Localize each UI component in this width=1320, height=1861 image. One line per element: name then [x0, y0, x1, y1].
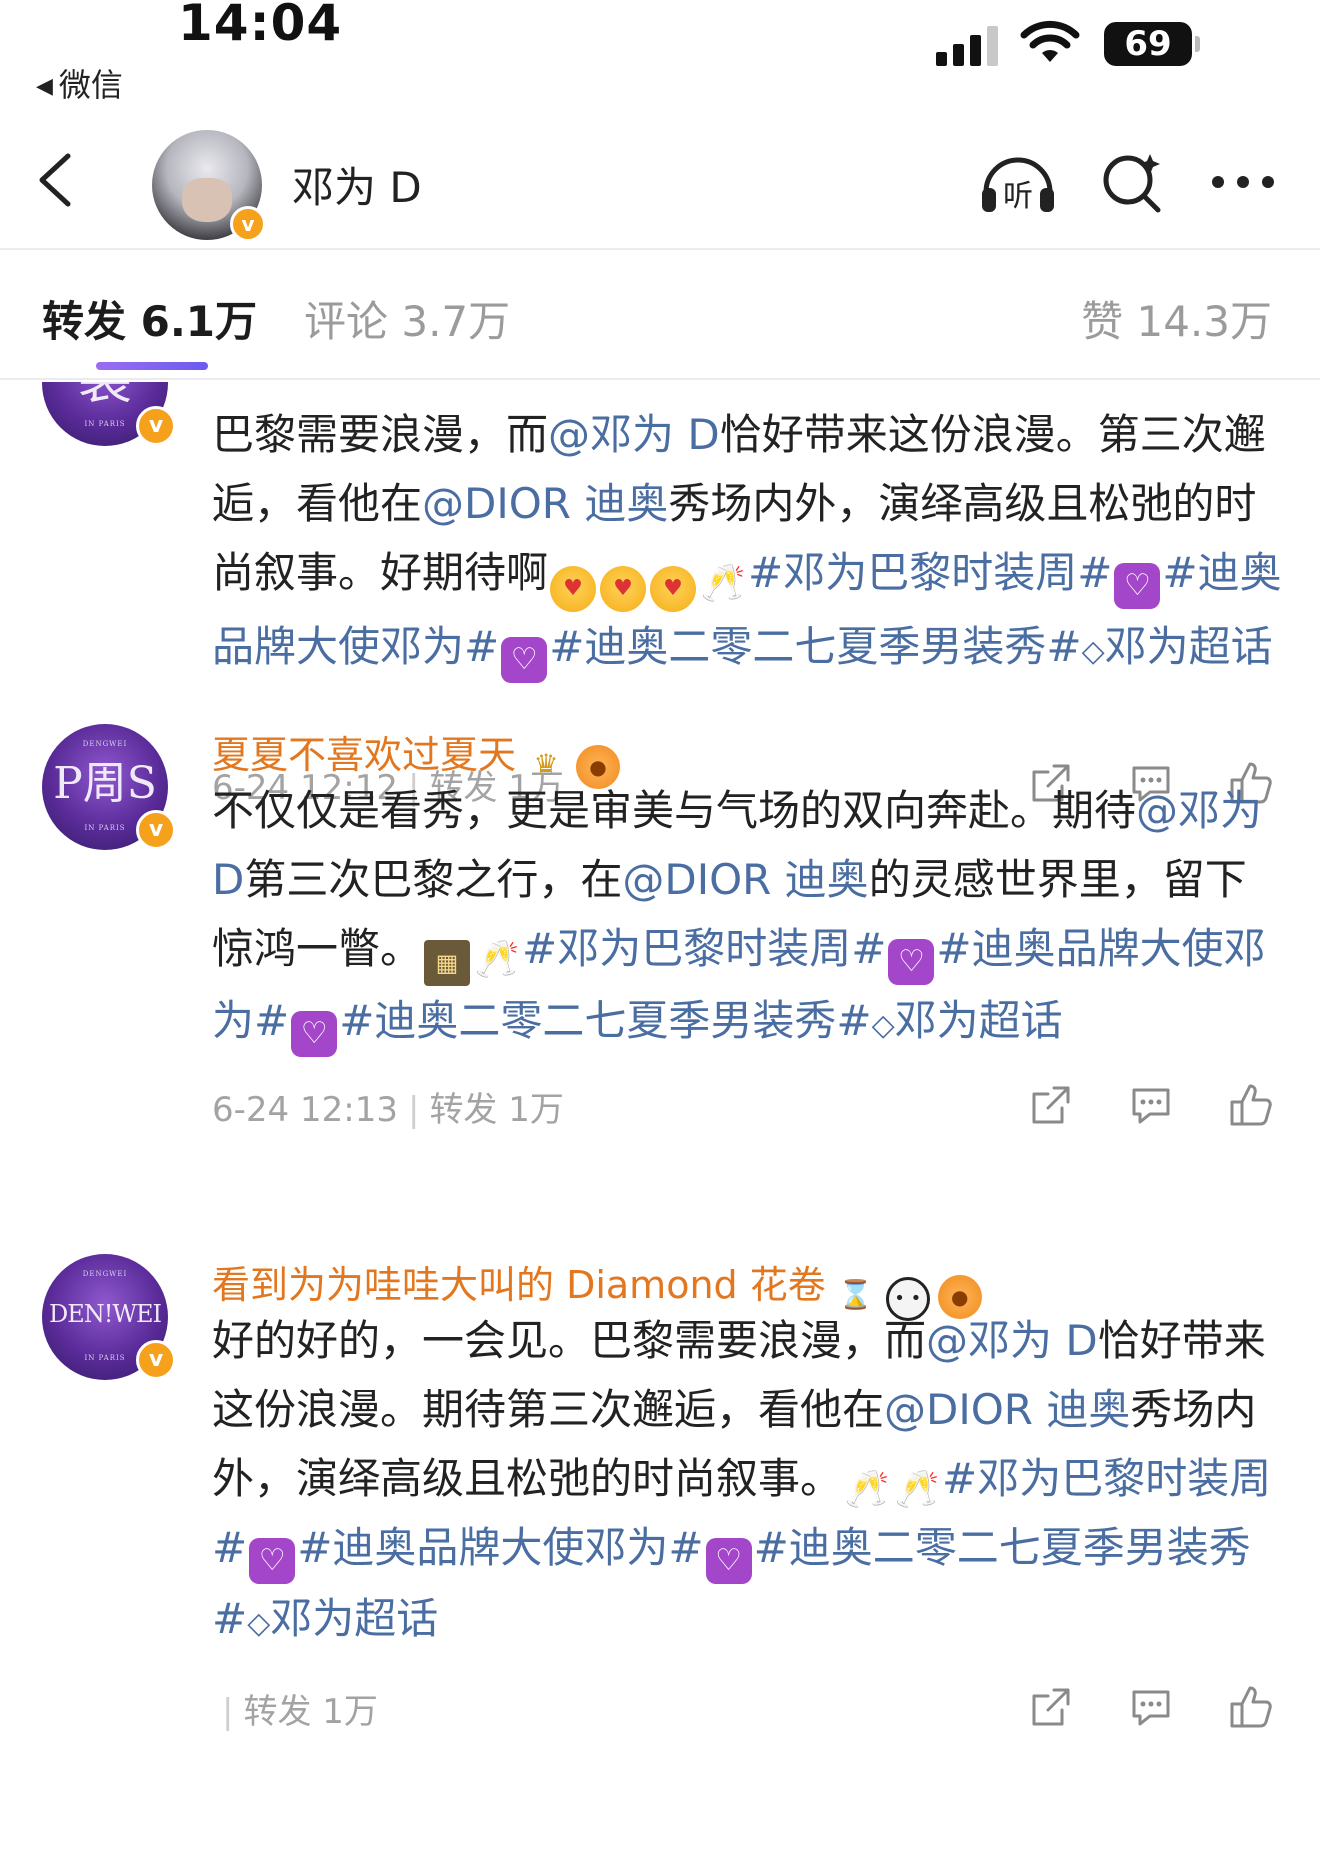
hashtag-link[interactable]: #迪奥二零二七夏季男装秀#	[549, 622, 1081, 671]
supertopic-link[interactable]: 邓为超话	[270, 1594, 438, 1643]
avatar-mark: DEN!WEI	[48, 1300, 162, 1328]
repost-text: 巴黎需要浪漫，而@邓为 D恰好带来这份浪漫。第三次邂逅，看他在@DIOR 迪奥秀…	[212, 400, 1282, 686]
comment-icon[interactable]	[1128, 1082, 1174, 1128]
purple-heart-emoji-icon: ♡	[501, 637, 548, 683]
author-avatar[interactable]: v	[152, 130, 266, 242]
repost-text: 好的好的，一会见。巴黎需要浪漫，而@邓为 D恰好带来这份浪漫。期待第三次邂逅，看…	[212, 1306, 1282, 1658]
avatar-caption: DENGWEI	[82, 1270, 128, 1278]
verified-badge-icon: v	[136, 810, 176, 850]
battery-indicator: 69	[1104, 22, 1200, 66]
list-item: DENGWEI DEN!WEI IN PARIS v 看到为为哇哇大叫的 Dia…	[0, 1254, 1320, 1861]
repost-count[interactable]: 转发 1万	[243, 1692, 377, 1732]
post-header: v 邓为 D 听	[0, 110, 1320, 250]
repost-meta: | 转发 1万	[212, 1684, 378, 1733]
back-app-label: 微信	[58, 66, 123, 104]
avatar-face	[182, 178, 232, 222]
diamond-icon: ◇	[871, 1008, 895, 1043]
repost-list: 裘 IN PARIS v 巴黎需要浪漫，而@邓为 D恰好带来这份浪漫。第三次邂逅…	[0, 382, 1320, 1861]
username-text: 夏夏不喜欢过夏天	[212, 733, 517, 777]
tab-comment[interactable]: 评论 3.7万	[304, 288, 510, 349]
search-icon[interactable]	[1098, 148, 1168, 218]
interaction-tabs: 转发 6.1万 评论 3.7万 赞 14.3万	[0, 252, 1320, 380]
action-bar	[1028, 1082, 1278, 1128]
divider: |	[407, 1090, 420, 1130]
mention-link[interactable]: @DIOR 迪奥	[422, 479, 668, 528]
share-icon[interactable]	[1028, 1684, 1074, 1730]
reposter-avatar[interactable]: DENGWEI DEN!WEI IN PARIS v	[42, 1254, 176, 1386]
hashtag-link[interactable]: #邓为巴黎时装周#	[522, 924, 886, 973]
verified-badge-icon: v	[136, 406, 176, 446]
reposter-avatar[interactable]: DENGWEI P周S IN PARIS v	[42, 724, 176, 856]
tab-like[interactable]: 赞 14.3万	[1081, 288, 1272, 349]
share-icon[interactable]	[1028, 1082, 1074, 1128]
listen-icon[interactable]: 听	[978, 148, 1058, 218]
mention-link[interactable]: @DIOR 迪奥	[622, 855, 868, 904]
text-segment: 好的好的，一会见。巴黎需要浪漫，而	[212, 1316, 927, 1365]
repost-count[interactable]: 转发 1万	[429, 1090, 563, 1130]
wifi-icon	[1020, 20, 1080, 62]
author-name[interactable]: 邓为 D	[292, 154, 422, 215]
back-to-app-link[interactable]: ◀ 微信	[36, 60, 123, 106]
cheers-emoji-icon: 🥂	[894, 1469, 940, 1510]
active-tab-indicator	[96, 362, 208, 370]
text-segment: 不仅仅是看秀，更是审美与气场的双向奔赴。期待	[212, 786, 1137, 835]
purple-heart-emoji-icon: ♡	[291, 1011, 338, 1057]
status-bar: 14:04 ◀ 微信 69	[0, 0, 1320, 110]
comment-icon[interactable]	[1128, 1684, 1174, 1730]
purple-heart-emoji-icon: ♡	[1114, 563, 1161, 609]
cheers-emoji-icon: 🥂	[474, 939, 520, 980]
status-time: 14:04	[178, 0, 343, 52]
repost-time: 6-24 12:13	[212, 1090, 398, 1130]
mention-link[interactable]: @邓为 D	[926, 1316, 1098, 1365]
username-text: 看到为为哇哇大叫的 Diamond 花卷	[212, 1263, 826, 1307]
back-icon[interactable]	[30, 150, 80, 210]
hashtag-link[interactable]: #迪奥二零二七夏季男装秀#	[339, 996, 871, 1045]
hashtag-link[interactable]: #邓为巴黎时装周#	[748, 548, 1112, 597]
diamond-icon: ◇	[247, 1606, 271, 1641]
mention-link[interactable]: @DIOR 迪奥	[884, 1385, 1130, 1434]
like-icon[interactable]	[1228, 1684, 1274, 1730]
blush-heart-emoji-icon: ♥	[550, 566, 597, 612]
avatar-mark: P周S	[53, 758, 157, 809]
action-bar	[1028, 1684, 1278, 1730]
divider: |	[222, 1692, 234, 1732]
supertopic-link[interactable]: 邓为超话	[1105, 622, 1273, 671]
tab-repost[interactable]: 转发 6.1万	[42, 288, 257, 349]
hashtag-link[interactable]: #迪奥品牌大使邓为#	[297, 1523, 703, 1572]
cheers-emoji-icon: 🥂	[844, 1469, 890, 1510]
avatar-caption: DENGWEI	[82, 740, 128, 748]
purple-heart-emoji-icon: ♡	[249, 1538, 296, 1584]
supertopic-link[interactable]: 邓为超话	[895, 996, 1063, 1045]
cheers-emoji-icon: 🥂	[700, 563, 746, 604]
repost-meta: 6-24 12:13 | 转发 1万	[212, 1082, 564, 1131]
film-emoji-icon: ▦	[424, 940, 471, 986]
text-segment: 巴黎需要浪漫，而	[212, 410, 549, 459]
repost-text: 不仅仅是看秀，更是审美与气场的双向奔赴。期待@邓为 D第三次巴黎之行，在@DIO…	[212, 776, 1282, 1060]
list-item: DENGWEI P周S IN PARIS v 夏夏不喜欢过夏天 ♛ ● 不仅仅是看秀…	[0, 724, 1320, 1254]
blush-heart-emoji-icon: ♥	[650, 566, 697, 612]
text-segment: 第三次巴黎之行，在	[244, 855, 623, 904]
blush-heart-emoji-icon: ♥	[600, 566, 647, 612]
diamond-icon: ◇	[1081, 634, 1105, 669]
more-icon[interactable]	[1208, 162, 1278, 202]
reposter-avatar[interactable]: 裘 IN PARIS v	[42, 382, 176, 452]
verified-badge-icon: v	[136, 1340, 176, 1380]
mention-link[interactable]: @邓为 D	[548, 410, 720, 459]
purple-heart-emoji-icon: ♡	[705, 1538, 752, 1584]
verified-badge-icon: v	[230, 206, 266, 242]
listen-label: 听	[1003, 179, 1033, 214]
like-icon[interactable]	[1228, 1082, 1274, 1128]
back-triangle-icon: ◀	[36, 74, 53, 99]
cellular-signal-icon	[936, 24, 1000, 66]
purple-heart-emoji-icon: ♡	[888, 939, 935, 985]
